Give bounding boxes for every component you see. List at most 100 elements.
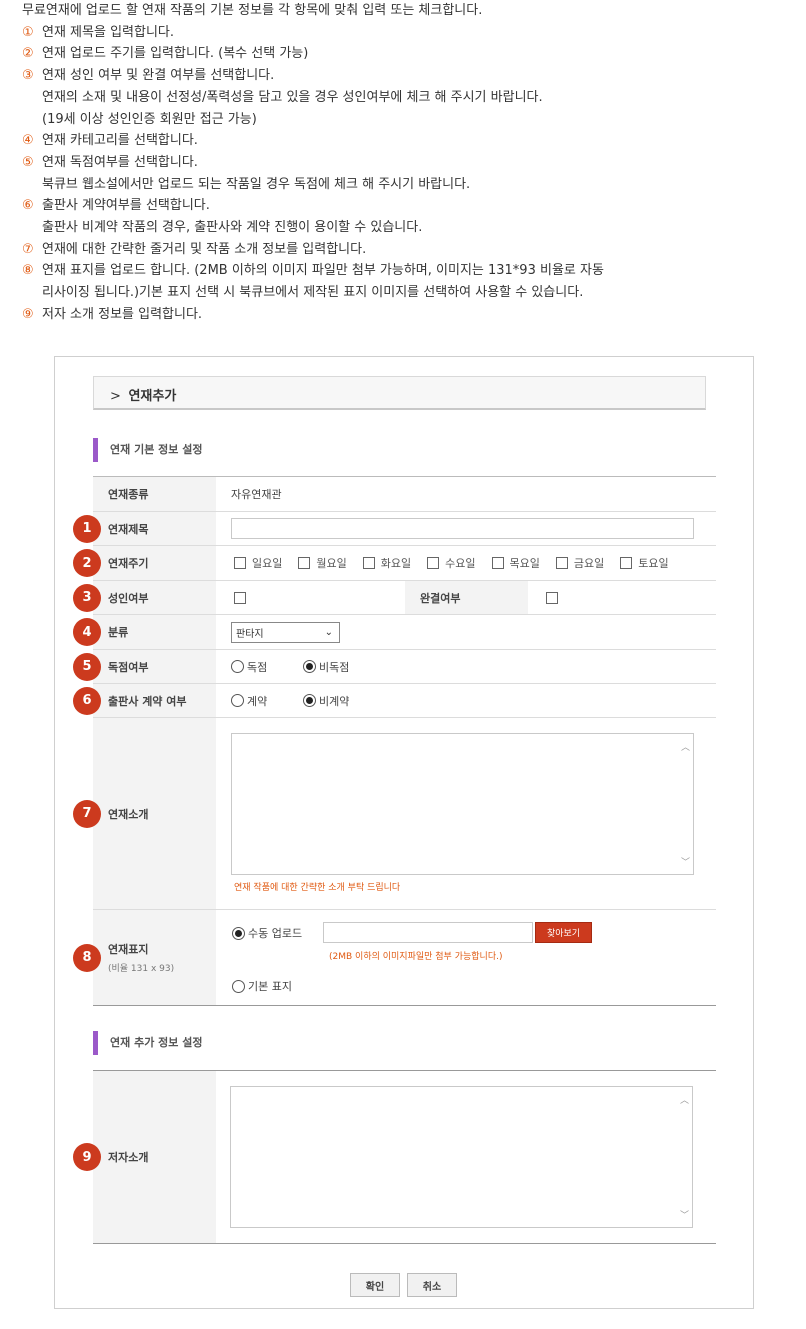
instruction-step-8-line-2: 리사이징 됩니다.)기본 표지 선택 시 북큐브에서 제작된 표지 이미지를 선… bbox=[22, 282, 792, 304]
scroll-up-icon[interactable]: ︿ bbox=[681, 740, 690, 753]
step-text: 저자 소개 정보를 입력합니다. bbox=[42, 306, 203, 322]
intro-hint: 연재 작품에 대한 간략한 소개 부탁 드립니다 bbox=[234, 883, 401, 893]
row-cycle: 2 연재주기 일요일 월요일 화요일 수요일 목요일 금요일 토요일 bbox=[73, 546, 716, 581]
step-text: 연재 제목을 입력합니다. bbox=[42, 24, 174, 40]
radio-exclusive[interactable]: 독점 bbox=[231, 659, 303, 675]
breadcrumb-label: 연재추가 bbox=[128, 389, 177, 404]
radio-non-exclusive[interactable]: 비독점 bbox=[303, 659, 349, 675]
day-label: 수요일 bbox=[445, 557, 476, 570]
scroll-down-icon[interactable]: ﹀ bbox=[681, 855, 690, 868]
extra-info-table: 9 저자소개 ︿ ﹀ bbox=[73, 1070, 716, 1244]
step-badge-2: 2 bbox=[73, 549, 101, 577]
instruction-step-7: ⑦ 연재에 대한 간략한 줄거리 및 작품 소개 정보를 입력합니다. bbox=[22, 239, 792, 261]
confirm-button[interactable]: 확인 bbox=[350, 1273, 400, 1297]
step-number: ⑨ bbox=[22, 306, 34, 322]
day-checkbox[interactable] bbox=[362, 557, 375, 569]
day-checkbox[interactable] bbox=[234, 557, 246, 569]
day-checkbox[interactable] bbox=[491, 557, 504, 569]
scroll-up-icon[interactable]: ︿ bbox=[680, 1093, 689, 1106]
day-option[interactable]: 수요일 bbox=[427, 555, 476, 571]
step-text: 연재 표지를 업로드 합니다. (2MB 이하의 이미지 파일만 첨부 가능하며… bbox=[42, 263, 604, 279]
step-number: ② bbox=[22, 46, 34, 62]
day-option[interactable]: 금요일 bbox=[555, 555, 605, 571]
day-checkbox[interactable] bbox=[427, 557, 440, 569]
day-label: 화요일 bbox=[380, 557, 412, 570]
radio-non-contract-circle[interactable] bbox=[303, 694, 316, 707]
complete-checkbox[interactable] bbox=[546, 591, 558, 604]
type-label: 연재종류 bbox=[93, 477, 216, 511]
category-label: 분류 bbox=[108, 626, 129, 639]
day-option[interactable]: 화요일 bbox=[362, 555, 412, 571]
complete-label: 완결여부 bbox=[405, 581, 528, 614]
adult-checkbox[interactable] bbox=[234, 591, 246, 604]
section-title-extra: 연재 추가 정보 설정 bbox=[93, 1031, 202, 1055]
step-text: 연재의 소재 및 내용이 선정성/폭력성을 담고 있을 경우 성인여부에 체크 … bbox=[42, 89, 543, 105]
author-textarea[interactable]: ︿ ﹀ bbox=[230, 1086, 693, 1228]
instruction-step-4: ④ 연재 카테고리를 선택합니다. bbox=[22, 130, 792, 152]
scroll-down-icon[interactable]: ﹀ bbox=[680, 1208, 689, 1221]
row-type: 연재종류 자유연재관 bbox=[93, 477, 716, 512]
chevron-right-icon: > bbox=[110, 389, 121, 404]
title-input[interactable] bbox=[231, 518, 694, 539]
step-text: 리사이징 됩니다.)기본 표지 선택 시 북큐브에서 제작된 표지 이미지를 선… bbox=[42, 285, 584, 301]
instruction-step-9: ⑨ 저자 소개 정보를 입력합니다. bbox=[22, 304, 792, 326]
series-add-panel: > 연재추가 연재 기본 정보 설정 연재종류 자유연재관 1 연재제목 2 연… bbox=[54, 356, 754, 1309]
radio-cover-upload-circle[interactable] bbox=[232, 926, 245, 940]
section-title-basic: 연재 기본 정보 설정 bbox=[93, 438, 202, 462]
radio-cover-upload[interactable]: 수동 업로드 bbox=[232, 925, 302, 941]
row-adult: 3 성인여부 완결여부 bbox=[73, 581, 716, 615]
day-checkbox[interactable] bbox=[555, 557, 568, 569]
radio-contract[interactable]: 계약 bbox=[231, 693, 303, 709]
step-text: 연재 카테고리를 선택합니다. bbox=[42, 133, 198, 149]
radio-non-exclusive-circle[interactable] bbox=[303, 660, 316, 673]
row-title: 1 연재제목 bbox=[73, 512, 716, 546]
day-label: 목요일 bbox=[509, 557, 540, 570]
radio-non-contract[interactable]: 비계약 bbox=[303, 693, 349, 709]
intro-textarea[interactable]: ︿ ﹀ bbox=[231, 733, 694, 875]
day-option[interactable]: 월요일 bbox=[298, 555, 347, 571]
step-number: ③ bbox=[22, 68, 34, 84]
cover-file-input[interactable] bbox=[323, 922, 533, 943]
day-label: 금요일 bbox=[573, 557, 605, 570]
radio-cover-default[interactable]: 기본 표지 bbox=[232, 978, 292, 994]
step-badge-7: 7 bbox=[73, 799, 101, 828]
instructions-intro: 무료연재에 업로드 할 연재 작품의 기본 정보를 각 항목에 맞춰 입력 또는… bbox=[22, 3, 483, 18]
day-label: 일요일 bbox=[252, 557, 283, 570]
step-number: ④ bbox=[22, 133, 34, 149]
instruction-step-1: ① 연재 제목을 입력합니다. bbox=[22, 22, 792, 44]
instruction-step-8: ⑧ 연재 표지를 업로드 합니다. (2MB 이하의 이미지 파일만 첨부 가능하… bbox=[22, 260, 792, 282]
day-checkbox[interactable] bbox=[298, 557, 311, 569]
category-selected: 판타지 bbox=[236, 628, 264, 640]
chevron-down-icon: ⌄ bbox=[324, 626, 333, 638]
step-badge-4: 4 bbox=[73, 618, 101, 646]
step-number: ⑦ bbox=[22, 241, 34, 257]
cover-ratio: (비율 131 x 93) bbox=[108, 964, 175, 974]
step-badge-5: 5 bbox=[73, 652, 101, 681]
step-number: ⑥ bbox=[22, 198, 34, 214]
instruction-step-3: ③ 연재 성인 여부 및 완결 여부를 선택합니다. bbox=[22, 65, 792, 87]
row-cover: 8 연재표지 (비율 131 x 93) 수동 업로드 찾아보기 (2MB 이하… bbox=[73, 910, 716, 1006]
day-option[interactable]: 일요일 bbox=[234, 555, 282, 571]
step-text: 연재 독점여부를 선택합니다. bbox=[42, 154, 198, 170]
contract-label: 출판사 계약 여부 bbox=[108, 694, 187, 708]
intro-label: 연재소개 bbox=[108, 807, 149, 821]
radio-cover-default-circle[interactable] bbox=[232, 979, 245, 993]
step-text: (19세 이상 성인인증 회원만 접근 가능) bbox=[42, 111, 257, 127]
radio-contract-circle[interactable] bbox=[231, 694, 244, 707]
find-file-button[interactable]: 찾아보기 bbox=[535, 922, 592, 943]
step-text: 연재에 대한 간략한 줄거리 및 작품 소개 정보를 입력합니다. bbox=[42, 241, 367, 257]
step-badge-9: 9 bbox=[73, 1143, 101, 1171]
radio-exclusive-circle[interactable] bbox=[231, 660, 244, 673]
day-checkbox[interactable] bbox=[620, 557, 633, 569]
cancel-button[interactable]: 취소 bbox=[407, 1273, 457, 1297]
category-select[interactable]: 판타지 ⌄ bbox=[231, 621, 340, 643]
row-contract: 6 출판사 계약 여부 계약 비계약 bbox=[73, 684, 716, 718]
instruction-step-6: ⑥ 출판사 계약여부를 선택합니다. bbox=[22, 195, 792, 217]
day-option[interactable]: 토요일 bbox=[620, 555, 669, 571]
row-category: 4 분류 판타지 ⌄ bbox=[73, 615, 716, 650]
day-option[interactable]: 목요일 bbox=[491, 555, 540, 571]
instruction-step-3-line-2: 연재의 소재 및 내용이 선정성/폭력성을 담고 있을 경우 성인여부에 체크 … bbox=[22, 87, 792, 109]
step-text: 출판사 비계약 작품의 경우, 출판사와 계약 진행이 용이할 수 있습니다. bbox=[42, 220, 423, 236]
day-label: 토요일 bbox=[638, 557, 669, 570]
step-text: 북큐브 웹소설에서만 업로드 되는 작품일 경우 독점에 체크 해 주시기 바랍… bbox=[42, 176, 471, 192]
